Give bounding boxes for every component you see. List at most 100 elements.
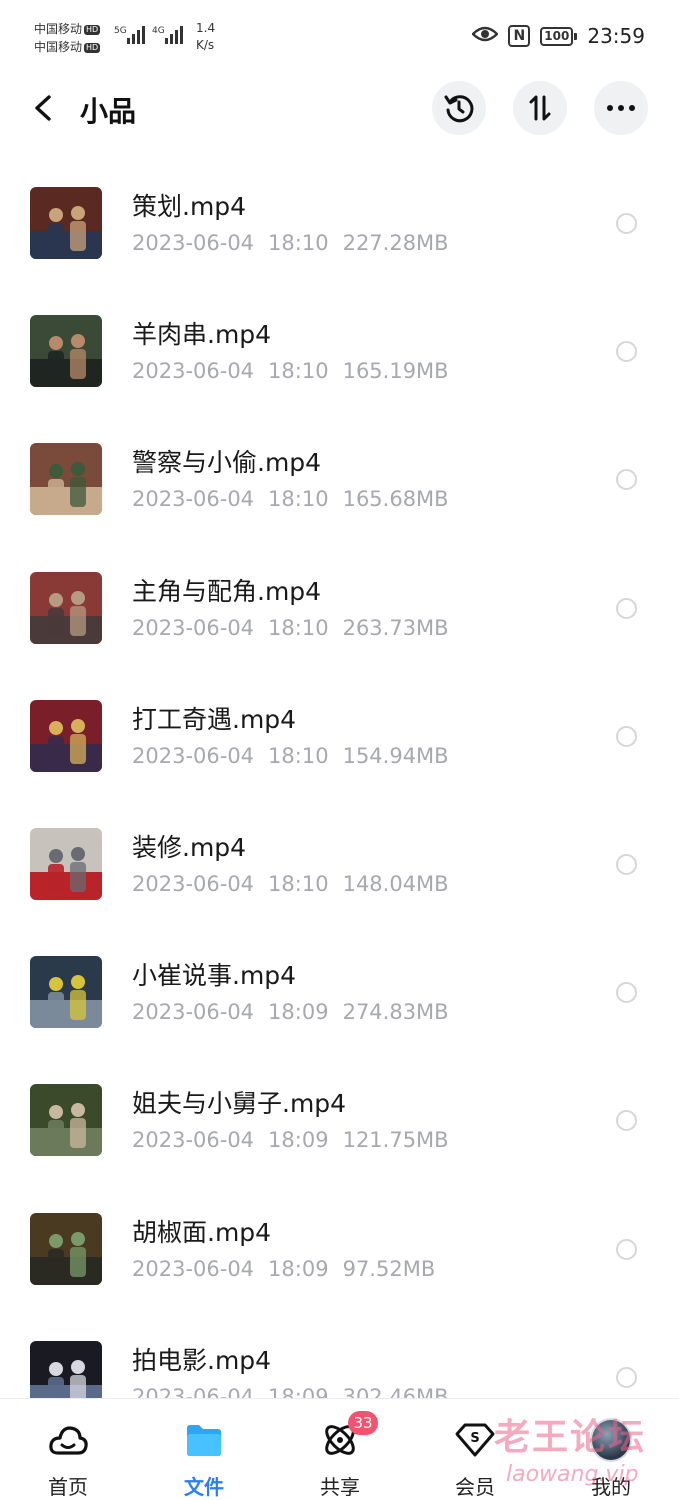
svg-text:S: S <box>470 1431 479 1446</box>
file-name: 羊肉串.mp4 <box>132 320 272 350</box>
file-meta: 2023-06-04 18:10 154.94MB <box>132 744 449 768</box>
file-time: 18:10 <box>268 615 329 640</box>
nav-label-vip: 会员 <box>455 1475 495 1499</box>
file-date: 2023-06-04 <box>132 1000 255 1025</box>
back-button[interactable] <box>24 88 64 128</box>
carrier-info: 中国移动 HD 中国移动 HD <box>34 20 101 56</box>
page-title: 小品 <box>80 95 137 128</box>
more-button[interactable] <box>594 81 648 135</box>
video-thumbnail <box>30 956 102 1029</box>
nfc-icon: N <box>508 25 531 47</box>
file-size: 227.28MB <box>342 231 449 255</box>
file-size: 165.19MB <box>342 359 449 384</box>
signal-5g-icon: 5G <box>114 24 148 50</box>
select-checkbox[interactable] <box>616 469 637 491</box>
network-speed: 1.4 K/s <box>196 20 215 54</box>
video-thumbnail <box>30 1084 102 1157</box>
video-thumbnail <box>30 827 102 900</box>
video-thumbnail <box>30 571 102 644</box>
video-thumbnail <box>30 187 102 259</box>
file-row[interactable]: 小崔说事.mp4 2023-06-04 18:09 274.83MB <box>0 928 679 1056</box>
file-name: 装修.mp4 <box>132 832 247 862</box>
file-row[interactable]: 策划.mp4 2023-06-04 18:10 227.28MB <box>0 159 679 287</box>
file-date: 2023-06-04 <box>132 231 255 255</box>
nav-item-share[interactable]: 33 共享 <box>292 1399 388 1500</box>
file-row[interactable]: 警察与小偷.mp4 2023-06-04 18:10 165.68MB <box>0 415 679 543</box>
file-meta: 2023-06-04 18:10 148.04MB <box>132 872 449 896</box>
carrier-1: 中国移动 <box>34 22 83 36</box>
select-checkbox[interactable] <box>616 1238 637 1260</box>
video-thumbnail <box>30 699 102 772</box>
file-list: 策划.mp4 2023-06-04 18:10 227.28MB 羊肉串.mp4 2023… <box>0 159 679 1441</box>
net-4g-label: 4G <box>152 26 165 36</box>
chevron-left-icon <box>35 95 51 121</box>
select-checkbox[interactable] <box>616 341 637 363</box>
status-bar: 中国移动 HD 中国移动 HD 5G 4G 1.4 K/s N 100 23:5… <box>0 0 679 70</box>
file-row[interactable]: 打工奇遇.mp4 2023-06-04 18:10 154.94MB <box>0 672 679 800</box>
file-browser-screen: 中国移动 HD 中国移动 HD 5G 4G 1.4 K/s N 100 23:5… <box>0 0 679 1500</box>
select-checkbox[interactable] <box>616 1366 637 1388</box>
nav-label-me: 我的 <box>591 1475 631 1499</box>
file-size: 263.73MB <box>342 615 449 640</box>
file-time: 18:10 <box>268 871 329 896</box>
history-button[interactable] <box>432 81 486 135</box>
file-meta: 2023-06-04 18:10 263.73MB <box>132 616 449 640</box>
battery-level: 100 <box>540 26 574 46</box>
file-date: 2023-06-04 <box>132 359 255 384</box>
file-meta: 2023-06-04 18:10 227.28MB <box>132 231 449 255</box>
history-icon <box>444 95 474 123</box>
file-date: 2023-06-04 <box>132 1128 255 1153</box>
bottom-nav: 首页 文件 33 共享 S 会员 我的 <box>0 1398 679 1500</box>
select-checkbox[interactable] <box>616 725 637 747</box>
speed-unit: K/s <box>196 38 215 52</box>
file-date: 2023-06-04 <box>132 871 255 896</box>
file-time: 18:09 <box>268 1256 329 1281</box>
file-name: 主角与配角.mp4 <box>132 576 322 606</box>
file-row[interactable]: 主角与配角.mp4 2023-06-04 18:10 263.73MB <box>0 544 679 672</box>
file-row[interactable]: 羊肉串.mp4 2023-06-04 18:10 165.19MB <box>0 287 679 415</box>
nav-item-home[interactable]: 首页 <box>20 1399 116 1500</box>
file-name: 姐夫与小舅子.mp4 <box>132 1089 347 1119</box>
video-thumbnail <box>30 1212 102 1285</box>
file-time: 18:10 <box>268 231 329 255</box>
file-name: 小崔说事.mp4 <box>132 961 297 991</box>
file-time: 18:09 <box>268 1000 329 1025</box>
select-checkbox[interactable] <box>616 597 637 619</box>
nav-label-home: 首页 <box>48 1475 88 1499</box>
cloud-icon <box>47 1419 89 1461</box>
select-checkbox[interactable] <box>616 982 637 1004</box>
avatar <box>590 1418 632 1462</box>
file-size: 154.94MB <box>342 743 449 768</box>
file-size: 97.52MB <box>342 1256 436 1281</box>
select-checkbox[interactable] <box>616 1110 637 1132</box>
file-size: 165.68MB <box>342 487 449 512</box>
speed-value: 1.4 <box>196 21 216 35</box>
nav-item-me[interactable]: 我的 <box>563 1399 659 1500</box>
file-row[interactable]: 装修.mp4 2023-06-04 18:10 148.04MB <box>0 800 679 928</box>
file-size: 274.83MB <box>342 1000 449 1025</box>
nav-label-files: 文件 <box>184 1475 224 1499</box>
file-date: 2023-06-04 <box>132 487 255 512</box>
file-meta: 2023-06-04 18:09 274.83MB <box>132 1000 449 1024</box>
nav-item-files[interactable]: 文件 <box>156 1399 252 1500</box>
file-row[interactable]: 胡椒面.mp4 2023-06-04 18:09 97.52MB <box>0 1185 679 1313</box>
net-5g-label: 5G <box>114 26 127 36</box>
file-row[interactable]: 姐夫与小舅子.mp4 2023-06-04 18:09 121.75MB <box>0 1056 679 1184</box>
file-date: 2023-06-04 <box>132 615 255 640</box>
sort-icon <box>529 95 551 121</box>
file-date: 2023-06-04 <box>132 1256 255 1281</box>
select-checkbox[interactable] <box>616 213 637 234</box>
file-meta: 2023-06-04 18:09 121.75MB <box>132 1128 449 1152</box>
sort-button[interactable] <box>513 81 567 135</box>
eye-icon <box>471 25 499 47</box>
file-meta: 2023-06-04 18:10 165.68MB <box>132 487 449 511</box>
status-right: N 100 23:59 <box>471 24 645 48</box>
video-thumbnail <box>30 315 102 388</box>
hd-badge: HD <box>84 43 101 53</box>
file-size: 121.75MB <box>342 1128 449 1153</box>
hd-badge: HD <box>84 25 101 35</box>
file-name: 拍电影.mp4 <box>132 1345 272 1375</box>
video-thumbnail <box>30 443 102 516</box>
select-checkbox[interactable] <box>616 853 637 875</box>
nav-item-vip[interactable]: S 会员 <box>427 1399 523 1500</box>
